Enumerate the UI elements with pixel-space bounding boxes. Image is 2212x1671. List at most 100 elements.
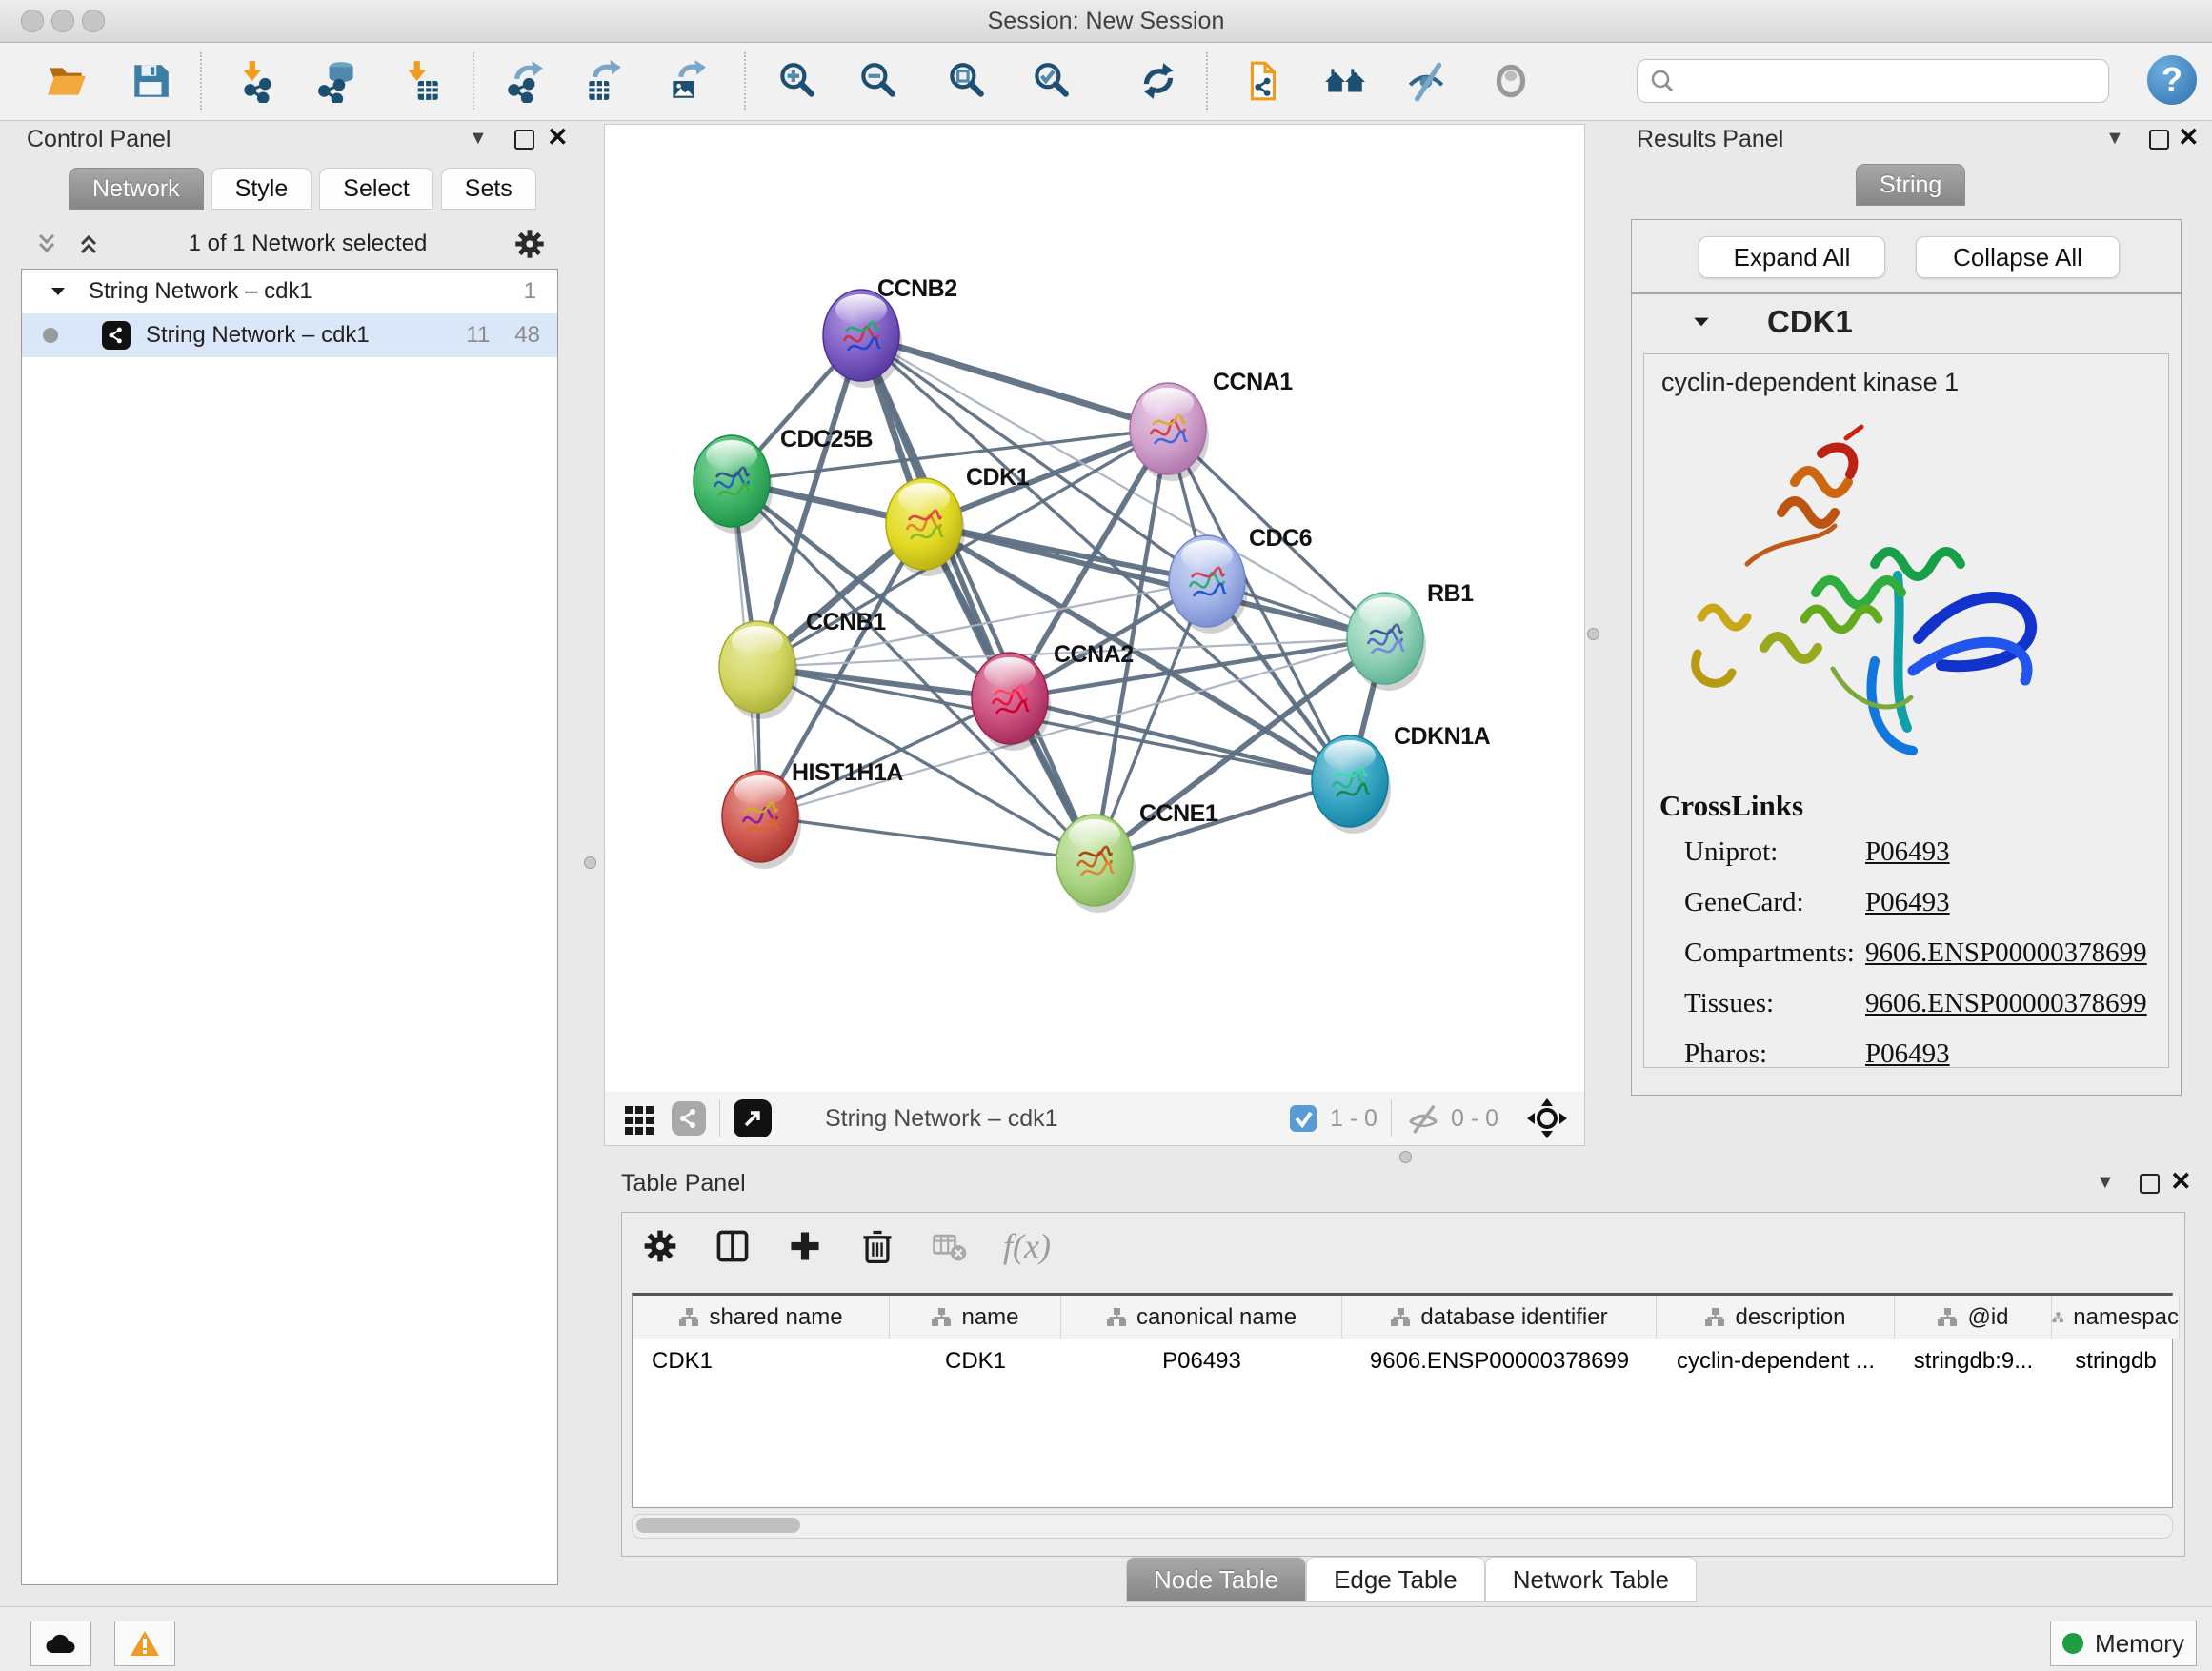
collapse-all-button[interactable]: Collapse All (1916, 236, 2120, 278)
hide-selected-button[interactable] (1401, 56, 1451, 106)
tab-network[interactable]: Network (69, 168, 204, 210)
node-CDK1[interactable] (886, 478, 965, 576)
network-canvas[interactable]: CCNB2CCNA1CDC25BCDK1CDC6RB1CCNB1CCNA2CDK… (605, 125, 1584, 1093)
edge-CCNB2-CCNA1[interactable] (861, 335, 1168, 429)
zoom-in-button[interactable] (772, 56, 821, 106)
tab-network-table[interactable]: Network Table (1485, 1557, 1697, 1602)
selected-checkbox-icon[interactable] (1288, 1103, 1318, 1134)
show-columns-icon[interactable] (714, 1227, 752, 1265)
control-panel-close-icon[interactable]: ✕ (547, 128, 569, 147)
table-panel-close-icon[interactable]: ✕ (2170, 1172, 2192, 1191)
entry-header[interactable]: CDK1 (1632, 304, 2181, 340)
show-all-button[interactable] (1486, 56, 1536, 106)
cloud-status-button[interactable] (30, 1621, 91, 1666)
delete-column-trash-icon[interactable] (858, 1227, 896, 1265)
gear-icon[interactable] (513, 227, 547, 261)
fit-content-crosshair-icon[interactable] (1525, 1097, 1569, 1140)
add-column-plus-icon[interactable] (786, 1227, 824, 1265)
help-button[interactable]: ? (2147, 55, 2197, 105)
column-type-icon (1390, 1307, 1411, 1328)
import-network-from-database-button[interactable] (314, 56, 364, 106)
import-string-network-button[interactable] (1239, 56, 1289, 106)
export-image-button[interactable] (662, 56, 712, 106)
column-header-name[interactable]: name (890, 1296, 1061, 1339)
memory-status-dot (2062, 1633, 2083, 1654)
table-settings-gear-icon[interactable] (641, 1227, 679, 1265)
apply-layout-button[interactable] (1134, 56, 1183, 106)
node-CCNA2[interactable] (972, 653, 1051, 751)
open-external-icon[interactable] (734, 1099, 772, 1137)
delete-table-icon-disabled (931, 1227, 969, 1265)
zoom-selected-button[interactable] (1026, 56, 1076, 106)
memory-button[interactable]: Memory (2050, 1621, 2197, 1666)
expand-all-chevrons-icon[interactable] (32, 230, 61, 258)
node-CCNB1[interactable] (719, 621, 798, 719)
column-header-databaseidentifier[interactable]: database identifier (1342, 1296, 1657, 1339)
grid-mode-icon[interactable] (622, 1101, 656, 1136)
node-HIST1H1A[interactable] (722, 771, 801, 869)
open-session-button[interactable] (42, 56, 91, 106)
crosslink-link[interactable]: 9606.ENSP00000378699 (1865, 937, 2147, 969)
node-CDKN1A[interactable] (1312, 735, 1391, 834)
entry-collapse-caret-icon[interactable] (1691, 312, 1712, 332)
node-CCNB2[interactable] (823, 290, 902, 388)
horizontal-scrollbar[interactable] (632, 1514, 2173, 1539)
tab-edge-table[interactable]: Edge Table (1306, 1557, 1485, 1602)
import-network-from-file-button[interactable] (233, 56, 283, 106)
tree-expand-caret-icon[interactable] (49, 282, 68, 301)
results-panel-close-icon[interactable]: ✕ (2178, 128, 2200, 147)
node-CCNE1[interactable] (1056, 815, 1136, 913)
column-header-description[interactable]: description (1657, 1296, 1895, 1339)
network-tree: String Network – cdk1 1 String Network –… (21, 269, 558, 1585)
horizontal-splitter-handle[interactable] (1399, 1151, 1412, 1163)
network-collection-row[interactable]: String Network – cdk1 1 (22, 270, 557, 313)
export-table-button[interactable] (578, 56, 628, 106)
results-panel-menu-caret[interactable]: ▼ (2105, 128, 2124, 150)
table-row[interactable]: CDK1CDK1P064939606.ENSP00000378699cyclin… (633, 1339, 2172, 1382)
column-header-id[interactable]: @id (1895, 1296, 2052, 1339)
network-view-mode-icon[interactable] (672, 1101, 706, 1136)
column-header-sharedname[interactable]: shared name (633, 1296, 890, 1339)
import-table-from-file-button[interactable] (398, 56, 448, 106)
table-panel-float-icon[interactable] (2140, 1174, 2160, 1194)
warning-status-button[interactable] (114, 1621, 175, 1666)
left-splitter-handle[interactable] (584, 856, 596, 869)
control-panel-menu-caret[interactable]: ▼ (469, 128, 488, 150)
edge-CCNA2-HIST1H1A[interactable] (760, 698, 1010, 816)
node-CCNA1[interactable] (1130, 383, 1209, 481)
tab-style[interactable]: Style (211, 168, 312, 210)
crosslink-link[interactable]: P06493 (1865, 1038, 1950, 1070)
node-RB1[interactable] (1347, 593, 1426, 691)
tab-node-table[interactable]: Node Table (1126, 1557, 1306, 1602)
hidden-eye-slash-icon[interactable] (1405, 1100, 1441, 1137)
search-input[interactable] (1676, 67, 2080, 95)
zoom-out-button[interactable] (853, 56, 902, 106)
right-splitter-handle[interactable] (1587, 628, 1599, 640)
node-CDC6[interactable] (1169, 535, 1248, 634)
expand-all-button[interactable]: Expand All (1699, 236, 1885, 278)
tab-select[interactable]: Select (319, 168, 432, 210)
scrollbar-thumb[interactable] (636, 1518, 800, 1533)
edge-HIST1H1A-CCNE1[interactable] (760, 816, 1095, 860)
crosslinks-title: CrossLinks (1659, 789, 1803, 823)
column-header-namespac[interactable]: namespac (2052, 1296, 2180, 1339)
table-panel-menu-caret[interactable]: ▼ (2096, 1172, 2115, 1194)
export-network-button[interactable] (500, 56, 550, 106)
collapse-all-chevrons-icon[interactable] (74, 230, 103, 258)
zoom-fit-button[interactable] (941, 56, 991, 106)
search-box[interactable] (1637, 59, 2109, 103)
crosslink-link[interactable]: P06493 (1865, 887, 1950, 918)
column-header-canonicalname[interactable]: canonical name (1061, 1296, 1342, 1339)
results-panel-float-icon[interactable] (2149, 130, 2169, 150)
crosslink-link[interactable]: 9606.ENSP00000378699 (1865, 988, 2147, 1019)
network-row-selected[interactable]: String Network – cdk1 11 48 (22, 313, 557, 357)
tab-sets[interactable]: Sets (441, 168, 536, 210)
network-view[interactable]: CCNB2CCNA1CDC25BCDK1CDC6RB1CCNB1CCNA2CDK… (604, 124, 1585, 1094)
first-neighbors-button[interactable] (1320, 56, 1370, 106)
edge-CDKN1A-CCNE1[interactable] (1095, 781, 1350, 860)
tab-string[interactable]: String (1856, 164, 1965, 206)
column-type-icon (1937, 1307, 1958, 1328)
crosslink-link[interactable]: P06493 (1865, 836, 1950, 868)
save-session-button[interactable] (126, 56, 175, 106)
control-panel-float-icon[interactable] (514, 130, 534, 150)
